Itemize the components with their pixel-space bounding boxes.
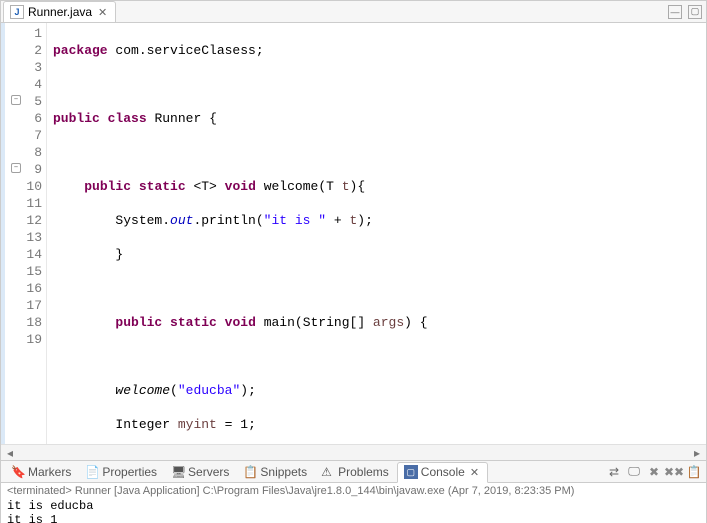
line-number: 7 (13, 127, 42, 144)
editor-area: J Runner.java ✕ — ▢ 1 2 3 4 –5 6 7 8 –9 … (1, 1, 706, 461)
tab-snippets[interactable]: 📋Snippets (237, 464, 313, 480)
bottom-panel: 🔖Markers 📄Properties 🖥Servers 📋Snippets … (1, 461, 706, 523)
line-number: 16 (13, 280, 42, 297)
servers-icon: 🖥 (171, 465, 185, 479)
code-pane: 1 2 3 4 –5 6 7 8 –9 10 11 12 13 14 15 16… (1, 23, 706, 444)
line-number: 10 (13, 178, 42, 195)
code-text-area[interactable]: package com.serviceClasess; public class… (47, 23, 706, 444)
line-number: 17 (13, 297, 42, 314)
line-number: 4 (13, 76, 42, 93)
line-number: 8 (13, 144, 42, 161)
editor-tab-label: Runner.java (28, 5, 92, 19)
line-number: 1 (13, 25, 42, 42)
line-number: 11 (13, 195, 42, 212)
close-icon[interactable]: ✕ (468, 466, 481, 479)
editor-tab-bar: J Runner.java ✕ — ▢ (1, 1, 706, 23)
tab-markers[interactable]: 🔖Markers (5, 464, 77, 480)
tab-properties[interactable]: 📄Properties (79, 464, 163, 480)
properties-icon: 📄 (85, 465, 99, 479)
snippets-icon: 📋 (243, 465, 257, 479)
remove-all-icon[interactable]: ✖✖ (666, 464, 682, 480)
pin-icon[interactable]: ⇄ (606, 464, 622, 480)
console-toolbar: ⇄ 🖵 ✖ ✖✖ 📋 (606, 464, 702, 480)
open-console-icon[interactable]: 📋 (686, 464, 702, 480)
line-number: 12 (13, 212, 42, 229)
line-number: 14 (13, 246, 42, 263)
editor-tab-runner[interactable]: J Runner.java ✕ (3, 1, 116, 22)
minimize-icon[interactable]: — (668, 5, 682, 19)
line-number: 15 (13, 263, 42, 280)
tab-problems[interactable]: ⚠Problems (315, 464, 395, 480)
markers-icon: 🔖 (11, 465, 25, 479)
line-number: 13 (13, 229, 42, 246)
fold-icon[interactable]: – (11, 95, 21, 105)
console-line: it is 1 (7, 513, 700, 523)
editor-window-controls: — ▢ (668, 5, 702, 19)
console-icon: ▢ (404, 465, 418, 479)
fold-icon[interactable]: – (11, 163, 21, 173)
line-number: –5 (13, 93, 42, 110)
problems-icon: ⚠ (321, 465, 335, 479)
line-number: 6 (13, 110, 42, 127)
line-number: 3 (13, 59, 42, 76)
editor-left-margin (1, 23, 11, 444)
line-number: 19 (13, 331, 42, 348)
scroll-left-icon[interactable]: ◂ (3, 446, 17, 460)
tab-console[interactable]: ▢Console ✕ (397, 462, 488, 483)
display-icon[interactable]: 🖵 (626, 464, 642, 480)
console-line: it is educba (7, 499, 700, 513)
close-icon[interactable]: ✕ (96, 6, 109, 19)
terminated-status: <terminated> Runner [Java Application] C… (7, 485, 700, 497)
console-output[interactable]: <terminated> Runner [Java Application] C… (1, 483, 706, 523)
views-tab-bar: 🔖Markers 📄Properties 🖥Servers 📋Snippets … (1, 461, 706, 483)
line-number: 18 (13, 314, 42, 331)
line-number: –9 (13, 161, 42, 178)
line-number: 2 (13, 42, 42, 59)
horizontal-scrollbar[interactable]: ◂ ▸ (1, 444, 706, 460)
tab-servers[interactable]: 🖥Servers (165, 464, 235, 480)
maximize-icon[interactable]: ▢ (688, 5, 702, 19)
line-number-gutter: 1 2 3 4 –5 6 7 8 –9 10 11 12 13 14 15 16… (11, 23, 47, 444)
java-file-icon: J (10, 5, 24, 19)
scroll-right-icon[interactable]: ▸ (690, 446, 704, 460)
remove-launch-icon[interactable]: ✖ (646, 464, 662, 480)
